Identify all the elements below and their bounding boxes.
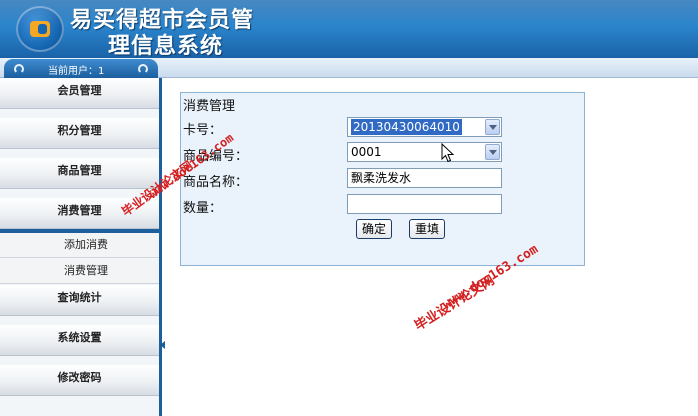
product-no-value: 0001: [351, 145, 382, 159]
product-name-label: 商品名称：: [183, 175, 249, 190]
current-user-text: 当前用户：1: [48, 66, 105, 77]
logo-mark-icon: [30, 21, 50, 37]
submenu-item-consumption-manage[interactable]: 消费管理: [0, 259, 159, 284]
current-user-tab: 当前用户：1: [4, 59, 158, 78]
sidebar-item-query-stats[interactable]: 查询统计: [0, 285, 159, 316]
sidebar-item-member[interactable]: 会员管理: [0, 78, 159, 109]
sidebar-item-change-password[interactable]: 修改密码: [0, 365, 159, 396]
sidebar-collapse-icon[interactable]: [160, 341, 165, 349]
sidebar-item-products[interactable]: 商品管理: [0, 158, 159, 189]
product-name-value: 飘柔洗发水: [351, 171, 412, 185]
app-header: 易买得超市会员管 理信息系统: [0, 0, 698, 58]
product-no-select[interactable]: 0001: [347, 142, 502, 162]
quantity-input[interactable]: [347, 194, 502, 214]
status-bar: 当前用户：1: [0, 58, 698, 78]
sidebar-item-system-settings[interactable]: 系统设置: [0, 325, 159, 356]
hook-icon: [138, 64, 148, 74]
quantity-label: 数量：: [183, 201, 223, 216]
confirm-button[interactable]: 确定: [356, 219, 392, 239]
submenu-item-add-consumption[interactable]: 添加消费: [0, 233, 159, 258]
hook-icon: [14, 64, 24, 74]
chevron-down-icon[interactable]: [485, 144, 500, 160]
panel-title: 消费管理: [183, 99, 236, 114]
sidebar: 会员管理 积分管理 商品管理 消费管理 添加消费 消费管理 查询统计 系统设置 …: [0, 78, 162, 416]
reset-button[interactable]: 重填: [409, 219, 445, 239]
chevron-down-icon[interactable]: [485, 119, 500, 135]
app-logo: [16, 6, 64, 52]
sidebar-item-points[interactable]: 积分管理: [0, 118, 159, 149]
mouse-cursor-icon: [441, 143, 455, 163]
consumption-form-panel: 消费管理 卡号： 20130430064010 商品编号： 0001 商品名称：…: [180, 92, 585, 266]
product-name-field[interactable]: 飘柔洗发水: [347, 168, 502, 188]
card-no-label: 卡号：: [183, 123, 223, 138]
card-no-value: 20130430064010: [351, 119, 462, 135]
card-no-select[interactable]: 20130430064010: [347, 117, 502, 137]
app-title-line-2: 理信息系统: [108, 33, 224, 58]
